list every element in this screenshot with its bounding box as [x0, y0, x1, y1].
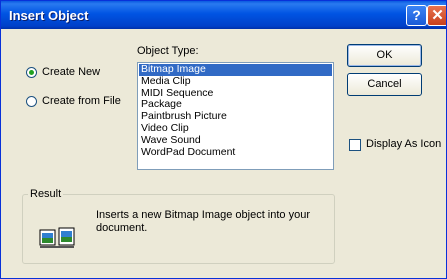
- create-new-radio[interactable]: [26, 67, 37, 78]
- bitmap-object-icon: [39, 227, 75, 248]
- insert-object-dialog: Insert Object ? ✕ Create New Create from…: [0, 0, 447, 279]
- result-description-line2: document.: [96, 222, 148, 234]
- create-from-file-radio[interactable]: [26, 96, 37, 107]
- list-item-video-clip[interactable]: Video Clip: [139, 122, 332, 135]
- list-item-media-clip[interactable]: Media Clip: [139, 75, 332, 88]
- title-bar[interactable]: Insert Object ? ✕: [1, 1, 446, 29]
- display-as-icon-label[interactable]: Display As Icon: [366, 138, 441, 150]
- help-button[interactable]: ?: [406, 5, 427, 26]
- radio-selected-dot: [29, 70, 34, 75]
- close-button[interactable]: ✕: [427, 5, 446, 26]
- list-item-wordpad-document[interactable]: WordPad Document: [139, 146, 332, 159]
- object-type-label: Object Type:: [137, 45, 199, 57]
- object-type-listbox[interactable]: Bitmap Image Media Clip MIDI Sequence Pa…: [137, 62, 334, 170]
- result-legend: Result: [28, 188, 64, 200]
- result-description-line1: Inserts a new Bitmap Image object into y…: [96, 209, 310, 221]
- ok-button[interactable]: OK: [347, 44, 422, 67]
- display-as-icon-checkbox[interactable]: [349, 139, 361, 151]
- create-from-file-label[interactable]: Create from File: [42, 95, 121, 107]
- dialog-title: Insert Object: [9, 8, 89, 23]
- create-new-label[interactable]: Create New: [42, 66, 100, 78]
- list-item-wave-sound[interactable]: Wave Sound: [139, 134, 332, 147]
- cancel-button[interactable]: Cancel: [347, 73, 422, 96]
